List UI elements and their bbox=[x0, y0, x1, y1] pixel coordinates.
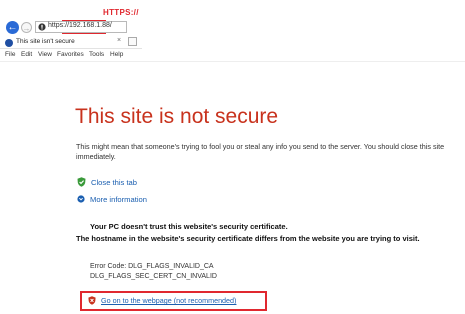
info-chevron-icon[interactable] bbox=[77, 195, 85, 203]
close-tab-link[interactable]: Close this tab bbox=[91, 178, 137, 187]
page-title: This site is not secure bbox=[75, 105, 279, 128]
forward-button[interactable]: → bbox=[21, 22, 32, 33]
green-shield-icon bbox=[77, 177, 86, 187]
forward-arrow-icon: → bbox=[22, 24, 31, 33]
back-button[interactable]: ← bbox=[6, 21, 19, 34]
menu-tools[interactable]: Tools bbox=[89, 51, 104, 58]
warning-description: This might mean that someone's trying to… bbox=[76, 142, 445, 161]
tab-title[interactable]: This site isn't secure bbox=[16, 38, 75, 45]
trust-warning-line2: The hostname in the website's security c… bbox=[76, 234, 420, 243]
menu-file[interactable]: File bbox=[5, 51, 15, 58]
back-arrow-icon: ← bbox=[7, 22, 18, 33]
red-shield-icon bbox=[88, 296, 96, 305]
address-text[interactable]: https://192.168.1.88/ bbox=[48, 22, 112, 29]
menu-view[interactable]: View bbox=[38, 51, 52, 58]
menu-help[interactable]: Help bbox=[110, 51, 123, 58]
new-tab-button[interactable] bbox=[128, 37, 137, 46]
menu-favorites[interactable]: Favorites bbox=[57, 51, 84, 58]
tab-close-button[interactable]: × bbox=[117, 37, 121, 44]
ie-favicon-icon bbox=[5, 39, 13, 47]
error-code-line1: Error Code: DLG_FLAGS_INVALID_CA bbox=[90, 263, 214, 270]
proceed-to-webpage-link[interactable]: Go on to the webpage (not recommended) bbox=[101, 296, 236, 305]
certificate-error-icon[interactable] bbox=[38, 23, 46, 31]
error-code-line2: DLG_FLAGS_SEC_CERT_CN_INVALID bbox=[90, 273, 217, 280]
more-information-link[interactable]: More information bbox=[90, 195, 147, 204]
trust-warning-line1: Your PC doesn't trust this website's sec… bbox=[90, 222, 288, 231]
annotation-label: HTTPS:// bbox=[103, 8, 139, 17]
menu-edit[interactable]: Edit bbox=[21, 51, 32, 58]
